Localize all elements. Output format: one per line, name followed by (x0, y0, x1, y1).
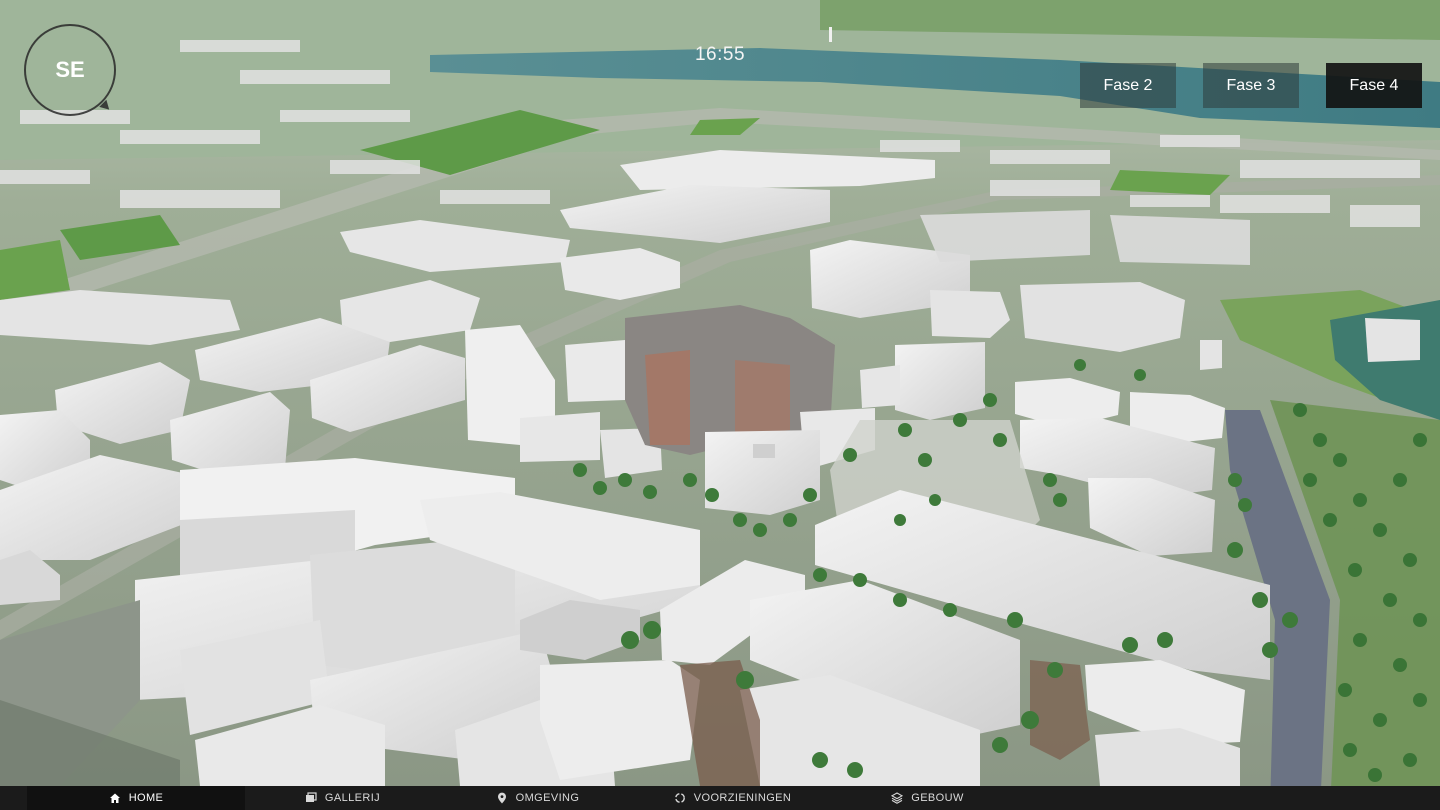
layers-icon (891, 792, 904, 804)
nav-label-home: HOME (128, 792, 164, 804)
nav-item-gallerij[interactable]: GALLERIJ (245, 786, 440, 810)
time-slider-handle[interactable] (829, 27, 832, 42)
nav-item-home[interactable]: HOME (27, 786, 245, 810)
phase-selector: Fase 2 Fase 3 Fase 4 (1080, 63, 1422, 108)
nav-item-gebouw[interactable]: GEBOUW (830, 786, 1025, 810)
phase-button-fase-2[interactable]: Fase 2 (1080, 63, 1176, 108)
circle-arrows-icon (674, 792, 686, 804)
home-icon (109, 792, 121, 804)
city-render (0, 0, 1440, 810)
nav-item-omgeving[interactable]: OMGEVING (440, 786, 635, 810)
nav-label-voorzieningen: VOORZIENINGEN (693, 792, 792, 804)
time-of-day-label: 16:55 (694, 44, 746, 65)
phase-button-fase-4[interactable]: Fase 4 (1326, 63, 1422, 108)
city-3d-viewport[interactable] (0, 0, 1440, 810)
phase-button-fase-3[interactable]: Fase 3 (1203, 63, 1299, 108)
gallery-icon (305, 792, 317, 804)
nav-item-voorzieningen[interactable]: VOORZIENINGEN (635, 786, 830, 810)
compass-button[interactable]: SE (24, 24, 116, 116)
compass-heading-label: SE (55, 57, 85, 82)
location-pin-icon (496, 792, 508, 804)
nav-label-gebouw: GEBOUW (911, 792, 964, 804)
nav-label-omgeving: OMGEVING (515, 792, 580, 804)
bottom-navigation-bar: HOME GALLERIJ OMGEVING VOORZIENINGEN GEB… (0, 786, 1440, 810)
nav-label-gallerij: GALLERIJ (324, 792, 381, 804)
